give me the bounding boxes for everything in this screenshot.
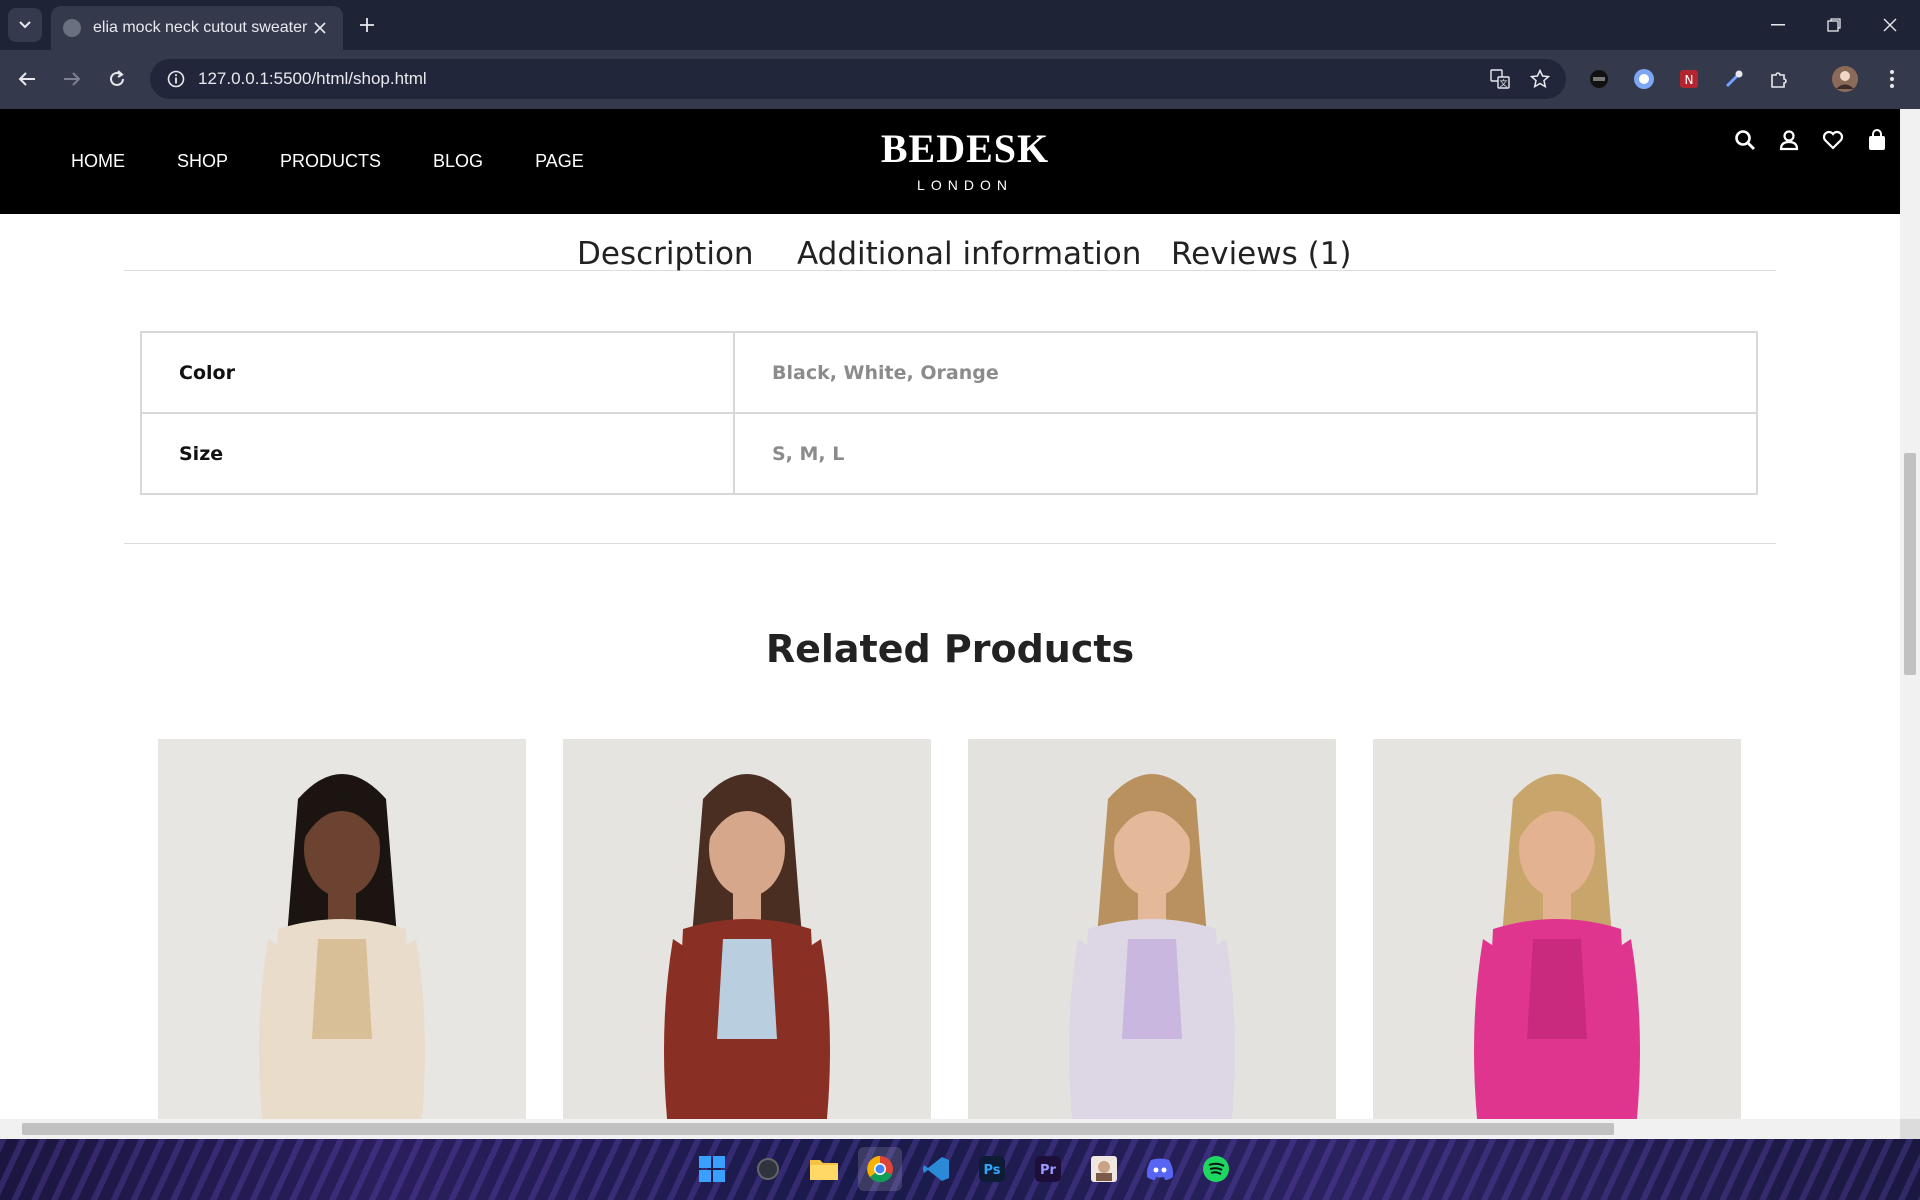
main-nav: HOME SHOP PRODUCTS BLOG PAGE bbox=[71, 151, 636, 172]
close-icon bbox=[314, 22, 326, 34]
table-row: Size S, M, L bbox=[140, 412, 1758, 495]
photoshop-icon[interactable]: Ps bbox=[970, 1147, 1014, 1191]
tab-close-button[interactable] bbox=[309, 17, 331, 39]
window-close-button[interactable] bbox=[1862, 0, 1918, 50]
header-icons bbox=[1732, 127, 1890, 153]
search-app-icon[interactable] bbox=[746, 1147, 790, 1191]
product-tabs: Description Additional information Revie… bbox=[124, 214, 1776, 272]
tab-search-button[interactable] bbox=[8, 8, 42, 42]
additional-info-table: Color Black, White, Orange Size S, M, L bbox=[140, 331, 1758, 495]
section-divider bbox=[124, 543, 1776, 544]
spotify-icon[interactable] bbox=[1194, 1147, 1238, 1191]
heart-icon[interactable] bbox=[1820, 127, 1846, 153]
start-button[interactable] bbox=[690, 1147, 734, 1191]
restore-button[interactable] bbox=[1806, 0, 1862, 50]
profile-avatar[interactable] bbox=[1828, 62, 1862, 96]
nav-page[interactable]: PAGE bbox=[535, 151, 584, 172]
product-card[interactable] bbox=[158, 739, 526, 1119]
svg-text:文: 文 bbox=[1500, 78, 1508, 88]
tab-description[interactable]: Description bbox=[577, 236, 754, 272]
minimize-icon bbox=[1771, 24, 1785, 26]
svg-text:Ps: Ps bbox=[983, 1163, 1000, 1178]
nav-blog[interactable]: BLOG bbox=[433, 151, 483, 172]
nav-products[interactable]: PRODUCTS bbox=[280, 151, 381, 172]
extensions-puzzle-icon[interactable] bbox=[1762, 62, 1796, 96]
arrow-right-icon bbox=[64, 72, 81, 86]
product-card[interactable] bbox=[1373, 739, 1741, 1119]
premiere-icon[interactable]: Pr bbox=[1026, 1147, 1070, 1191]
horizontal-scrollbar[interactable] bbox=[0, 1119, 1900, 1139]
attribute-value: S, M, L bbox=[733, 412, 1758, 495]
search-icon[interactable] bbox=[1732, 127, 1758, 153]
minimize-button[interactable] bbox=[1750, 0, 1806, 50]
svg-text:N: N bbox=[1685, 73, 1694, 87]
scrollbar-corner bbox=[1900, 1119, 1920, 1139]
related-products-grid bbox=[158, 739, 1741, 1119]
attribute-label: Size bbox=[140, 412, 735, 495]
address-bar[interactable]: 127.0.0.1:5500/html/shop.html 文 bbox=[150, 59, 1566, 99]
bookmark-star-icon[interactable] bbox=[1520, 59, 1560, 99]
chevron-down-icon bbox=[19, 21, 31, 29]
discord-icon[interactable] bbox=[1138, 1147, 1182, 1191]
shopping-bag-icon[interactable] bbox=[1864, 127, 1890, 153]
tab-reviews[interactable]: Reviews (1) bbox=[1171, 236, 1352, 272]
chrome-icon[interactable] bbox=[858, 1147, 902, 1191]
vertical-scrollbar[interactable] bbox=[1900, 109, 1920, 1119]
browser-tab-active[interactable]: elia mock neck cutout sweater bbox=[51, 6, 343, 50]
product-image[interactable] bbox=[1373, 739, 1741, 1119]
web-page: BEDESK LONDON HOME SHOP PRODUCTS BLOG PA… bbox=[0, 109, 1900, 1119]
browser-tabstrip: elia mock neck cutout sweater bbox=[0, 0, 1920, 50]
attribute-label: Color bbox=[140, 331, 735, 414]
tab-additional-information[interactable]: Additional information bbox=[797, 236, 1141, 272]
logo-subtitle: LONDON bbox=[917, 177, 1013, 193]
svg-text:Pr: Pr bbox=[1040, 1163, 1057, 1178]
extension-blue-icon[interactable] bbox=[1627, 62, 1661, 96]
tab-title: elia mock neck cutout sweater bbox=[93, 19, 308, 36]
product-image[interactable] bbox=[563, 739, 931, 1119]
site-header: BEDESK LONDON HOME SHOP PRODUCTS BLOG PA… bbox=[0, 109, 1900, 214]
product-card[interactable] bbox=[968, 739, 1336, 1119]
related-products-title: Related Products bbox=[765, 627, 1135, 671]
horizontal-scroll-thumb[interactable] bbox=[22, 1123, 1614, 1135]
arrow-left-icon bbox=[18, 72, 35, 86]
plus-icon bbox=[360, 18, 374, 32]
translate-icon[interactable]: 文 bbox=[1480, 59, 1520, 99]
reload-button[interactable] bbox=[100, 62, 134, 96]
close-icon bbox=[1883, 18, 1897, 32]
attribute-value: Black, White, Orange bbox=[733, 331, 1758, 414]
taskbar-apps: Ps Pr bbox=[690, 1147, 1238, 1191]
new-tab-button[interactable] bbox=[352, 10, 382, 40]
extension-red-icon[interactable]: N bbox=[1672, 62, 1706, 96]
site-info-icon[interactable] bbox=[156, 59, 196, 99]
more-vertical-icon bbox=[1890, 70, 1894, 88]
nav-home[interactable]: HOME bbox=[71, 151, 125, 172]
nav-shop[interactable]: SHOP bbox=[177, 151, 228, 172]
back-button[interactable] bbox=[10, 62, 44, 96]
browser-menu-button[interactable] bbox=[1875, 62, 1909, 96]
browser-toolbar: 127.0.0.1:5500/html/shop.html 文 N bbox=[0, 50, 1920, 109]
product-card[interactable] bbox=[563, 739, 931, 1119]
restore-icon bbox=[1827, 18, 1841, 32]
product-image[interactable] bbox=[158, 739, 526, 1119]
os-taskbar: Ps Pr bbox=[0, 1139, 1920, 1200]
vscode-icon[interactable] bbox=[914, 1147, 958, 1191]
extension-dark-icon[interactable] bbox=[1582, 62, 1616, 96]
table-row: Color Black, White, Orange bbox=[140, 331, 1758, 414]
windows-icon bbox=[699, 1156, 725, 1182]
user-icon[interactable] bbox=[1776, 127, 1802, 153]
globe-icon bbox=[63, 19, 81, 37]
file-explorer-icon[interactable] bbox=[802, 1147, 846, 1191]
vertical-scroll-thumb[interactable] bbox=[1904, 453, 1916, 675]
reload-icon bbox=[110, 70, 124, 86]
eyedropper-icon[interactable] bbox=[1717, 62, 1751, 96]
url-text: 127.0.0.1:5500/html/shop.html bbox=[198, 69, 427, 88]
anime-app-icon[interactable] bbox=[1082, 1147, 1126, 1191]
forward-button[interactable] bbox=[55, 62, 89, 96]
product-image[interactable] bbox=[968, 739, 1336, 1119]
